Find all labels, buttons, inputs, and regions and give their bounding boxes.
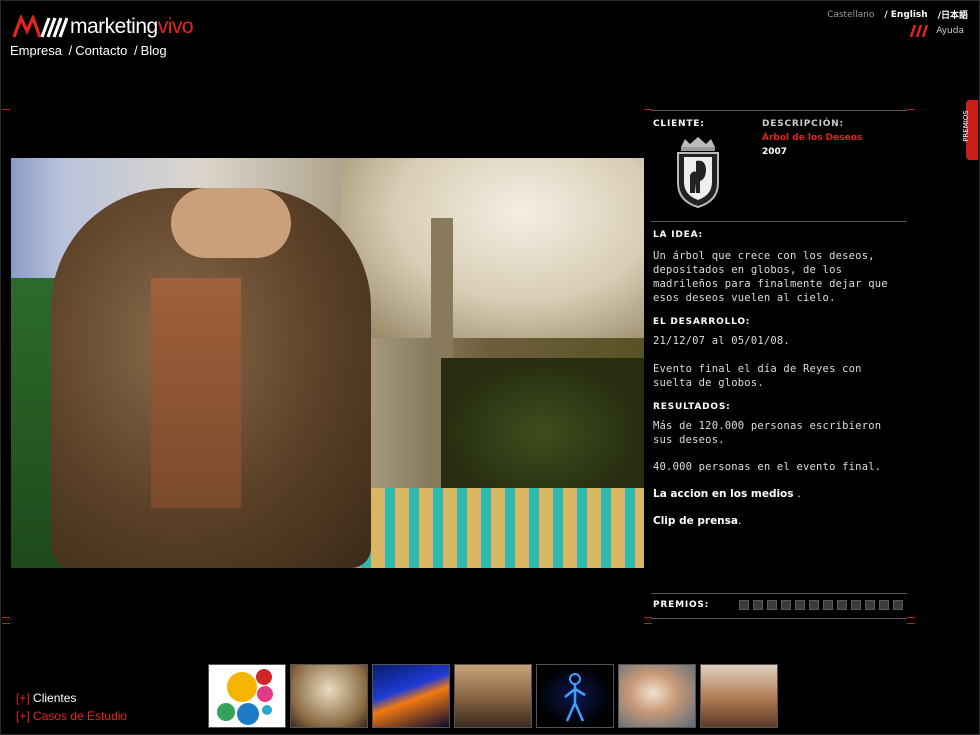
video-face <box>171 188 291 258</box>
desarrollo-text: Evento final el día de Reyes con suelta … <box>653 363 862 389</box>
premios-bar: PREMIOS: <box>651 593 907 619</box>
nav-separator: / <box>133 43 138 58</box>
resultados-label: RESULTADOS: <box>653 402 731 412</box>
nav-empresa[interactable]: Empresa <box>10 43 62 58</box>
descripcion-label: DESCRIPCIÓN: <box>762 119 844 129</box>
bottom-nav: [+] Clientes [+] Casos de Estudio <box>16 689 127 725</box>
premio-square[interactable] <box>851 600 861 610</box>
desarrollo-dates: 21/12/07 al 05/01/08. <box>653 335 790 347</box>
lang-english[interactable]: / English <box>884 10 927 20</box>
idea-label: LA IDEA: <box>653 230 703 240</box>
premio-square[interactable] <box>795 600 805 610</box>
corner-tick <box>644 623 652 624</box>
corner-tick <box>2 623 10 624</box>
premio-square[interactable] <box>837 600 847 610</box>
thumb-train-passengers[interactable] <box>700 664 778 728</box>
premios-side-tab[interactable]: PREMIOS <box>962 100 978 160</box>
thumb-subway-crowd[interactable] <box>454 664 532 728</box>
video-scarf <box>151 278 241 508</box>
resultados-text-1: Más de 120.000 personas escribieron sus … <box>653 420 882 446</box>
premio-square[interactable] <box>865 600 875 610</box>
thumb-face-closeup[interactable] <box>618 664 696 728</box>
premio-square[interactable] <box>823 600 833 610</box>
nav-contacto[interactable]: Contacto <box>75 43 127 58</box>
idea-text: Un árbol que crece con los deseos, depos… <box>653 250 888 304</box>
client-section: CLIENTE: DESCRIPCIÓN: Árbol de los Deseo… <box>651 111 907 221</box>
side-tab-label: PREMIOS <box>961 110 970 142</box>
resultados-text-2: 40.000 personas en el evento final. <box>653 461 882 473</box>
logo-mark-icon <box>12 15 68 38</box>
prensa-link[interactable]: Clip de prensa. <box>653 515 741 527</box>
medios-link-suffix: . <box>797 488 801 500</box>
project-year: 2007 <box>762 147 788 157</box>
medios-link-label: La accion en los medios <box>653 488 794 500</box>
expand-bracket: [+] <box>16 691 30 705</box>
video-fence <box>361 488 644 568</box>
clientes-link[interactable]: [+] Clientes <box>16 689 127 707</box>
premio-square[interactable] <box>879 600 889 610</box>
expand-bracket: [+] <box>16 709 30 723</box>
lang-castellano[interactable]: Castellano <box>827 10 874 20</box>
thumb-neon-figure[interactable] <box>536 664 614 728</box>
nav-separator: / <box>68 43 73 58</box>
help-slashes-icon <box>910 25 929 37</box>
project-title: Árbol de los Deseos <box>762 133 863 143</box>
casos-label: Casos de Estudio <box>33 709 128 723</box>
brand-logo[interactable]: marketingvivo <box>12 14 194 40</box>
premio-square[interactable] <box>893 600 903 610</box>
premio-square[interactable] <box>781 600 791 610</box>
corner-tick <box>907 617 915 618</box>
video-sky <box>341 158 644 338</box>
premios-label: PREMIOS: <box>653 600 710 610</box>
thumb-tree-event[interactable] <box>290 664 368 728</box>
clientes-label: Clientes <box>33 691 77 705</box>
neon-figure-icon <box>564 673 586 722</box>
language-selector: Castellano / English /日本語 <box>827 8 968 22</box>
case-thumbnails <box>208 664 778 728</box>
madrid-crest-icon <box>677 137 719 209</box>
premio-square[interactable] <box>753 600 763 610</box>
premios-squares <box>739 600 903 610</box>
video-bush <box>441 358 644 508</box>
panel-divider <box>651 221 907 222</box>
corner-tick <box>2 617 10 618</box>
video-player[interactable] <box>11 158 644 568</box>
premio-square[interactable] <box>809 600 819 610</box>
prensa-link-label: Clip de prensa <box>653 515 738 527</box>
medios-link[interactable]: La accion en los medios . <box>653 488 801 500</box>
help-link[interactable]: Ayuda <box>910 25 964 37</box>
video-person <box>51 188 371 568</box>
desarrollo-label: EL DESARROLLO: <box>653 317 751 327</box>
thumb-balloons-logo[interactable] <box>208 664 286 728</box>
premio-square[interactable] <box>739 600 749 610</box>
help-label: Ayuda <box>936 26 964 36</box>
cliente-label: CLIENTE: <box>653 119 705 129</box>
brand-name: marketingvivo <box>70 15 194 38</box>
corner-tick <box>907 109 915 110</box>
corner-tick <box>2 109 10 110</box>
casos-link[interactable]: [+] Casos de Estudio <box>16 707 127 725</box>
case-info-panel: CLIENTE: DESCRIPCIÓN: Árbol de los Deseo… <box>651 110 907 590</box>
top-nav: Empresa / Contacto / Blog <box>10 43 167 58</box>
thumb-nokia-event[interactable] <box>372 664 450 728</box>
lang-japanese[interactable]: /日本語 <box>938 8 968 21</box>
prensa-link-suffix: . <box>738 515 742 527</box>
premio-square[interactable] <box>767 600 777 610</box>
nav-blog[interactable]: Blog <box>141 43 167 58</box>
corner-tick <box>907 623 915 624</box>
balloons-icon <box>217 669 273 725</box>
